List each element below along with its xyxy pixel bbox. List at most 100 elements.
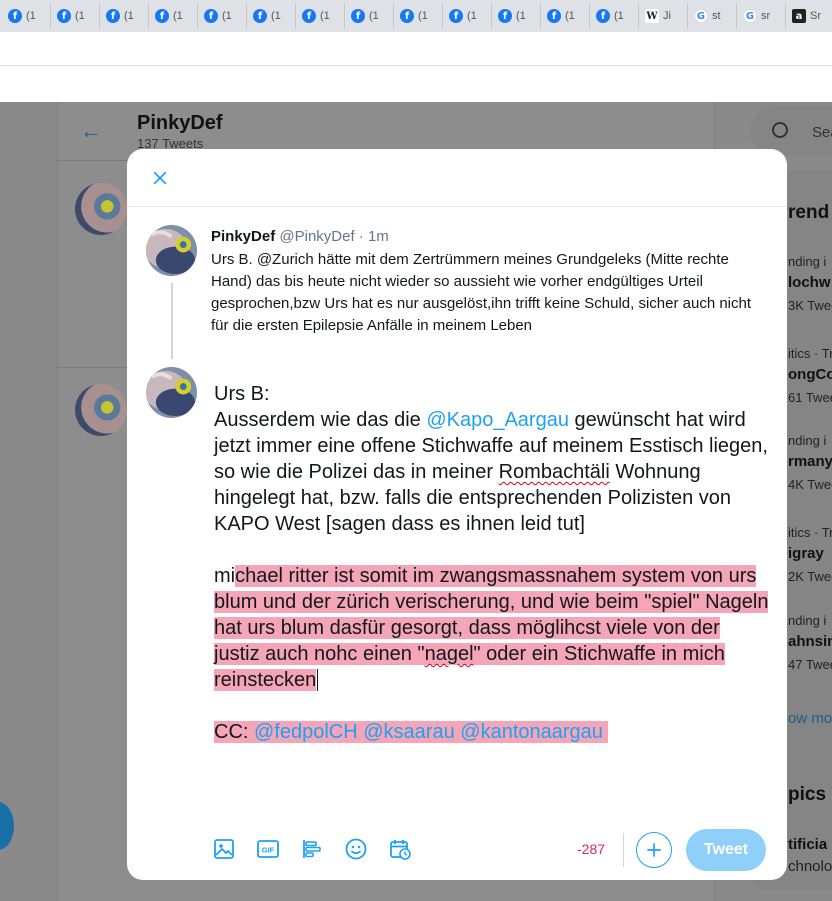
browser-tab[interactable]: f (1 [492,3,541,29]
tab-label: (1 [26,10,36,22]
tab-label: (1 [75,10,85,22]
browser-tab[interactable]: f (1 [394,3,443,29]
trend-context: nding i [788,613,827,628]
tab-label: st [712,10,721,22]
compose-toolbar: GIF -287 Tweet [127,829,787,871]
tab-label: (1 [614,10,624,22]
address-bar[interactable] [0,32,832,66]
amazon-icon: a [792,9,806,23]
mention-link[interactable]: @ksaarau [363,721,455,743]
browser-tab[interactable]: f (1 [345,3,394,29]
tab-label: Ji [663,10,671,22]
image-icon[interactable] [210,835,238,863]
topic-name[interactable]: tificia [788,836,827,853]
display-name[interactable]: PinkyDef [211,228,275,245]
trend-name[interactable]: ahnsin [788,633,832,650]
facebook-icon: f [155,9,169,23]
tab-label: (1 [222,10,232,22]
reply-textarea[interactable]: Urs B: Ausserdem wie das die @Kapo_Aarga… [214,381,769,745]
facebook-icon: f [351,9,365,23]
browser-tab[interactable]: f (1 [296,3,345,29]
thread-connector [171,283,173,359]
tab-label: (1 [369,10,379,22]
trend-name[interactable]: lochw [788,274,831,291]
tab-label: Sr [810,10,821,22]
tab-label: (1 [418,10,428,22]
avatar[interactable] [146,225,197,276]
trend-context: nding i [788,254,827,269]
trend-count: 3K Twee [788,298,832,313]
trend-context: itics · Tr [788,346,832,361]
misspelled-word: nagel [424,643,474,665]
browser-tab[interactable]: f (1 [2,3,51,29]
tweet-time[interactable]: 1m [368,228,389,245]
facebook-icon: f [400,9,414,23]
mention-link[interactable]: @Kapo_Aargau [426,409,569,431]
browser-tab[interactable]: f (1 [541,3,590,29]
schedule-icon[interactable] [386,835,414,863]
misspelled-word: Rombachtäli [498,461,610,483]
tab-label: (1 [124,10,134,22]
tweet-button[interactable]: Tweet [686,829,766,871]
browser-tab[interactable]: f (1 [149,3,198,29]
plus-icon [647,843,661,857]
text-cursor [317,669,319,691]
facebook-icon: f [302,9,316,23]
handle[interactable]: @PinkyDef [279,228,354,245]
facebook-icon: f [498,9,512,23]
avatar[interactable] [75,183,127,235]
svg-text:GIF: GIF [262,846,275,855]
reply-paragraph: michael ritter ist somit im zwangsmassna… [214,565,769,691]
facebook-icon: f [253,9,267,23]
browser-tab[interactable]: Gsr [737,3,786,29]
toolbar-divider [623,833,624,867]
add-tweet-button[interactable] [636,832,672,868]
emoji-icon[interactable] [342,835,370,863]
gif-icon[interactable]: GIF [254,835,282,863]
trends-title: rend [788,202,830,223]
browser-tab[interactable]: f (1 [443,3,492,29]
mention-link[interactable]: @kantonaargau [460,721,603,743]
tab-label: sr [761,10,771,22]
mention-link[interactable]: @fedpolCH [254,721,358,743]
browser-tab[interactable]: f (1 [198,3,247,29]
close-button[interactable] [145,163,175,193]
browser-tab[interactable]: f (1 [100,3,149,29]
tab-label: (1 [565,10,575,22]
search-icon [772,122,788,138]
tab-label: (1 [173,10,183,22]
browser-tab[interactable]: a Sr [786,3,832,29]
trend-count: 4K Twee [788,477,832,492]
google-icon: G [743,9,757,23]
trend-context: itics · Tr [788,525,832,540]
trend-name[interactable]: ongCo [788,366,832,383]
browser-tab[interactable]: Gst [688,3,737,29]
browser-content-top [0,66,832,102]
facebook-icon: f [57,9,71,23]
back-arrow-icon[interactable]: ← [80,118,102,144]
compose-fab[interactable] [0,802,14,850]
browser-tab[interactable]: W Ji [639,3,688,29]
reply-line: Urs B: [214,383,270,405]
browser-tab[interactable]: f (1 [590,3,639,29]
avatar[interactable] [75,384,127,436]
trend-context: nding i [788,433,827,448]
topics-title: pics [788,784,827,805]
facebook-icon: f [449,9,463,23]
browser-tab[interactable]: f (1 [51,3,100,29]
show-more-link[interactable]: ow mo [788,710,832,727]
character-counter: -287 [577,841,606,857]
close-icon [153,171,167,185]
search-placeholder: Sea [812,124,832,141]
separator: · [354,228,368,245]
tweet-text: Urs B. @Zurich hätte mit dem Zertrümmern… [211,251,752,334]
browser-tab[interactable]: f (1 [247,3,296,29]
tab-label: (1 [467,10,477,22]
tab-label: (1 [320,10,330,22]
tab-label: (1 [516,10,526,22]
poll-icon[interactable] [298,835,326,863]
trend-name[interactable]: igray [788,545,824,562]
facebook-icon: f [547,9,561,23]
trend-count: 61 Twee [788,390,832,405]
trend-name[interactable]: rmany [788,453,832,470]
